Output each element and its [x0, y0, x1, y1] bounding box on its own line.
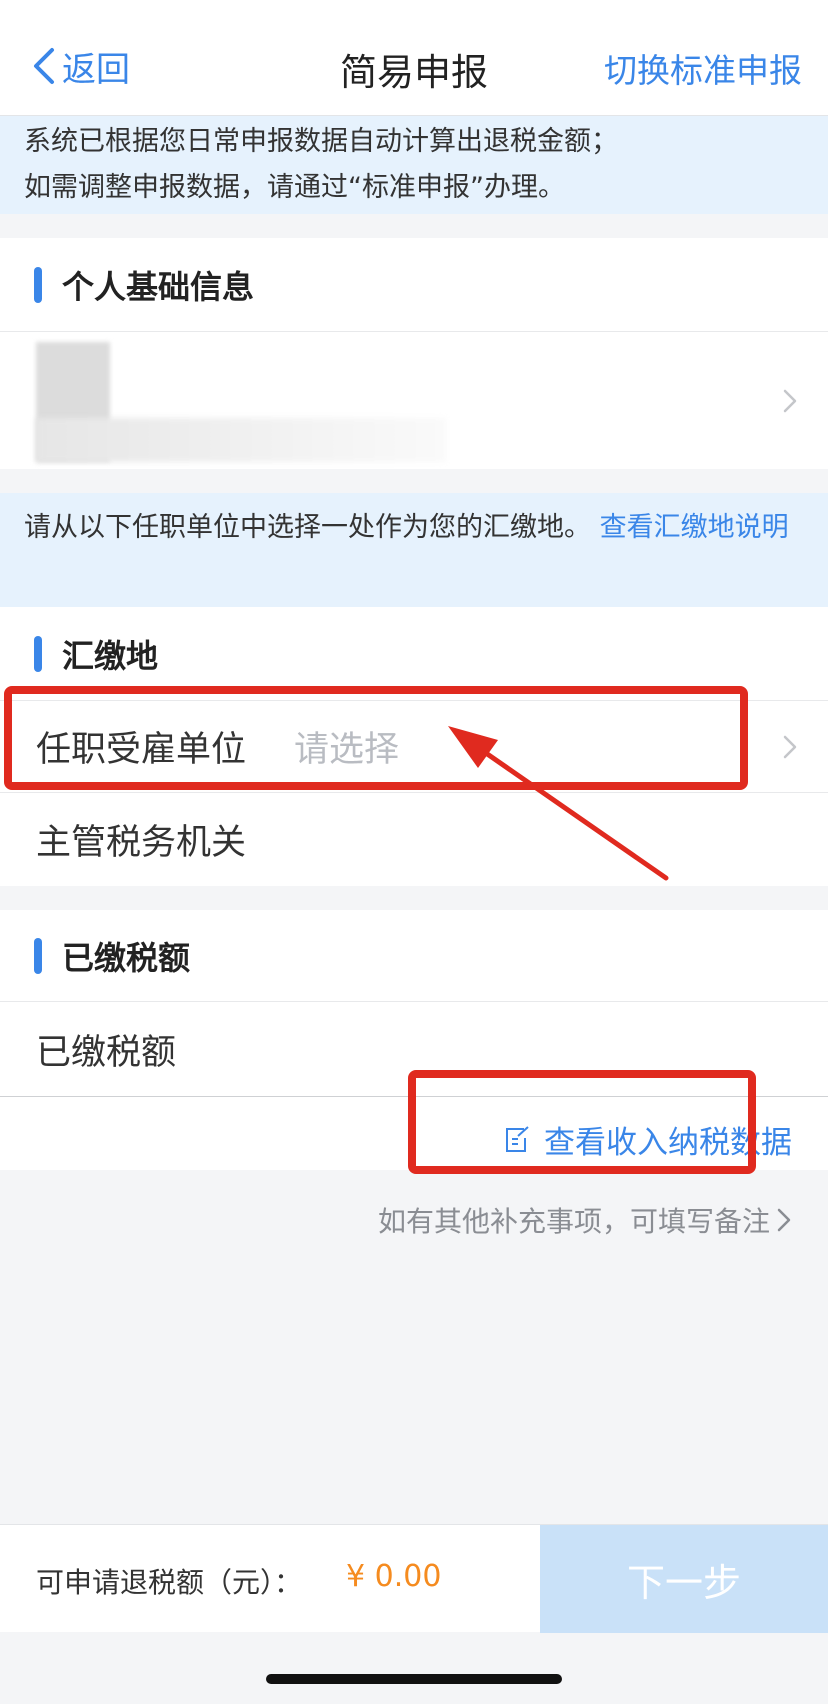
section-marker	[34, 266, 42, 303]
next-step-button[interactable]: 下一步	[540, 1525, 828, 1633]
refund-label: 可申请退税额（元）：	[36, 1566, 303, 1599]
notice-line-1: 系统已根据您日常申报数据自动计算出退税金额；	[24, 126, 618, 157]
section-heading: 已缴税额	[0, 910, 828, 1002]
section-marker	[34, 937, 42, 974]
section-heading: 个人基础信息	[0, 238, 828, 332]
personal-info-row[interactable]	[0, 332, 828, 469]
page: 返回 简易申报 切换标准申报 系统已根据您日常申报数据自动计算出退税金额； 如需…	[0, 0, 828, 1704]
refund-amount: ¥ 0.00	[346, 1559, 442, 1594]
section-title: 个人基础信息	[62, 267, 255, 306]
home-indicator	[266, 1674, 562, 1684]
tax-office-row: 主管税务机关	[0, 793, 828, 886]
redacted-text	[36, 418, 446, 462]
chevron-right-icon	[777, 1208, 791, 1232]
paid-tax-label: 已缴税额	[36, 1032, 177, 1073]
tax-office-label: 主管税务机关	[36, 823, 247, 863]
nav-bar: 返回 简易申报 切换标准申报	[0, 0, 828, 116]
highlight-box-employer	[4, 686, 748, 790]
switch-standard-button[interactable]: 切换标准申报	[604, 44, 802, 92]
notice-line-2: 如需调整申报数据，请通过“标准申报”办理。	[24, 172, 565, 203]
remark-link[interactable]: 如有其他补充事项，可填写备注	[378, 1200, 792, 1240]
personal-info-card: 个人基础信息	[0, 238, 828, 469]
paid-tax-card: 已缴税额 已缴税额	[0, 910, 828, 1096]
section-title: 汇缴地	[62, 636, 159, 675]
section-title: 已缴税额	[62, 938, 191, 977]
chevron-right-icon	[783, 735, 797, 759]
highlight-box-view-data	[408, 1070, 756, 1174]
payment-place-help-link[interactable]: 查看汇缴地说明	[600, 512, 789, 543]
remark-label: 如有其他补充事项，可填写备注	[377, 1205, 770, 1238]
auto-calc-notice: 系统已根据您日常申报数据自动计算出退税金额； 如需调整申报数据，请通过“标准申报…	[0, 116, 828, 214]
section-marker	[34, 635, 42, 672]
chevron-right-icon	[783, 389, 797, 413]
notice-text: 请从以下任职单位中选择一处作为您的汇缴地。	[24, 512, 591, 543]
payment-place-notice: 请从以下任职单位中选择一处作为您的汇缴地。 查看汇缴地说明	[0, 493, 828, 607]
bottom-bar: 可申请退税额（元）： ¥ 0.00 下一步	[0, 1524, 828, 1633]
